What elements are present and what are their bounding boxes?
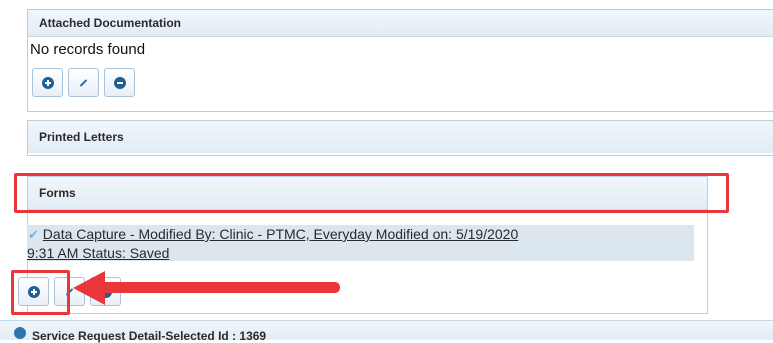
service-request-header[interactable]: Service Request Detail-Selected Id : 136…: [0, 320, 773, 343]
remove-icon: [113, 76, 126, 89]
attached-documentation-panel: Attached Documentation No records found: [27, 9, 773, 112]
attached-edit-button[interactable]: [68, 68, 99, 97]
attached-documentation-toolbar: [32, 68, 135, 97]
forms-header-highlight: [14, 173, 729, 213]
check-icon: ✔: [28, 227, 39, 242]
arrow-icon: [73, 271, 105, 305]
attached-add-button[interactable]: [32, 68, 63, 97]
attached-documentation-header[interactable]: Attached Documentation: [28, 10, 773, 37]
arrow-shaft: [98, 282, 340, 293]
form-item-link-line2[interactable]: 9:31 AM Status: Saved: [27, 245, 169, 261]
attached-remove-button[interactable]: [104, 68, 135, 97]
service-request-title: Service Request Detail-Selected Id : 136…: [32, 329, 267, 343]
no-records-message: No records found: [30, 41, 146, 58]
printed-letters-panel: Printed Letters: [27, 120, 773, 156]
form-list-item[interactable]: ✔ Data Capture - Modified By: Clinic - P…: [27, 225, 694, 261]
add-button-highlight: [11, 270, 70, 315]
edit-icon: [79, 78, 88, 87]
form-item-link-line1[interactable]: Data Capture - Modified By: Clinic - PTM…: [43, 226, 518, 242]
add-icon: [41, 76, 54, 89]
printed-letters-header[interactable]: Printed Letters: [28, 121, 773, 153]
expand-icon: [14, 327, 26, 339]
